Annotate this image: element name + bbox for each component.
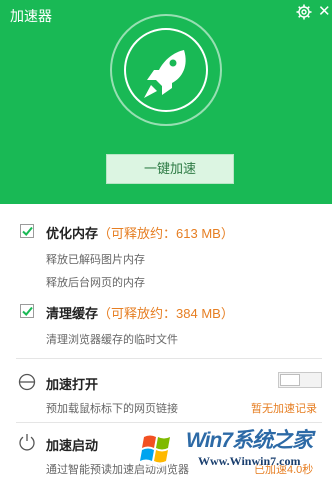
checkmark-icon — [22, 226, 33, 236]
open-boost-label: 加速打开 — [46, 377, 99, 392]
cache-detail-1: 清理浏览器缓存的临时文件 — [46, 334, 178, 346]
boost-button[interactable]: 一键加速 — [106, 154, 234, 184]
close-icon[interactable]: ✕ — [318, 2, 331, 20]
boost-record-link[interactable]: 暂无加速记录 — [251, 400, 317, 416]
watermark-url: Www.Winwin7.com — [198, 454, 301, 468]
memory-releasable: （可释放约：613 MB） — [98, 226, 234, 241]
header-panel: 加速器 ✕ 一键加速 — [0, 0, 332, 204]
memory-detail-2: 释放后台网页的内存 — [46, 277, 145, 289]
checkmark-icon — [22, 306, 33, 316]
windows-logo — [136, 433, 180, 467]
memory-checkbox[interactable] — [20, 224, 34, 238]
open-boost-icon — [18, 373, 36, 391]
cache-checkbox[interactable] — [20, 304, 34, 318]
open-boost-description: 预加载鼠标标下的网页链接 — [46, 403, 178, 415]
app-title: 加速器 — [10, 8, 52, 24]
divider — [16, 358, 322, 359]
memory-title: 优化内存（可释放约：613 MB） — [46, 223, 234, 242]
startup-boost-label: 加速启动 — [46, 438, 99, 453]
divider — [16, 422, 322, 423]
memory-detail-1: 释放已解码图片内存 — [46, 254, 145, 266]
open-boost-toggle[interactable] — [278, 372, 322, 388]
cache-label: 清理缓存 — [46, 306, 99, 321]
toggle-knob — [280, 374, 300, 386]
cache-releasable: （可释放约：384 MB） — [98, 306, 234, 321]
memory-label: 优化内存 — [46, 226, 99, 241]
power-icon — [19, 434, 35, 451]
cache-title: 清理缓存（可释放约：384 MB） — [46, 303, 234, 322]
rocket-icon — [144, 50, 186, 98]
watermark-brand: Win7系统之家 — [186, 429, 313, 452]
gear-icon[interactable] — [296, 4, 312, 20]
